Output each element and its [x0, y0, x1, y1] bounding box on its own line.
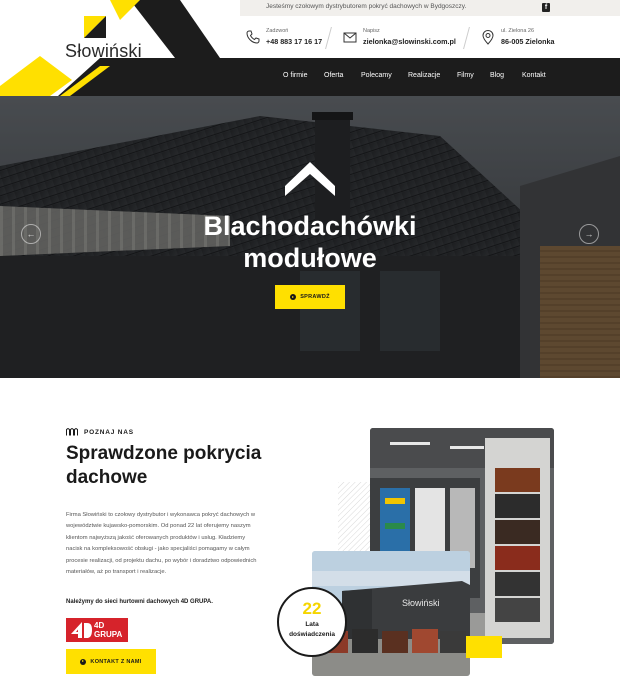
about-title-line-1: Sprawdzone pokrycia	[66, 443, 262, 464]
contact-email-label: Napisz	[363, 28, 380, 34]
arrow-left-icon[interactable]: ←	[21, 224, 41, 244]
accent-block	[466, 636, 502, 658]
experience-label-line-1: Lata	[305, 621, 319, 628]
hero-slider: Blachodachówki modułowe SPRAWDŹ ← →	[0, 96, 620, 378]
experience-label: Lata doświadczenia	[279, 620, 345, 640]
about-body: Firma Słowiński to czołowy dystrybutor i…	[66, 510, 314, 578]
top-info-bar: Jesteśmy czołowym dystrybutorem pokryć d…	[240, 0, 620, 16]
hero-cta-label: SPRAWDŹ	[300, 294, 330, 300]
4d-grupa-logo[interactable]: 4D GRUPA	[66, 618, 128, 642]
hero-cta-button[interactable]: SPRAWDŹ	[275, 285, 345, 309]
nav-item-kontakt[interactable]: Kontakt	[522, 72, 546, 79]
topbar-tagline: Jesteśmy czołowym dystrybutorem pokryć d…	[266, 3, 467, 10]
play-circle-icon	[290, 294, 297, 300]
hero-title: Blachodachówki modułowe	[0, 210, 620, 274]
mail-icon	[343, 32, 357, 43]
phone-icon	[246, 30, 260, 44]
network-note: Należymy do sieci hurtowni dachowych 4D …	[66, 599, 213, 605]
site-header: Słowiński Jesteśmy czołowym dystrybutore…	[0, 0, 620, 96]
contact-address[interactable]: ul. Zielona 26 86-005 Zielonka	[480, 26, 580, 50]
hatch-decoration	[338, 482, 372, 552]
experience-badge: 22 Lata doświadczenia	[277, 587, 347, 657]
experience-years: 22	[302, 599, 322, 618]
about-title: Sprawdzone pokrycia dachowe	[66, 442, 306, 490]
4d-grupa-line-1: 4D	[94, 621, 105, 630]
nav-item-polecamy[interactable]: Polecamy	[361, 72, 392, 79]
roof-rows-icon	[66, 428, 78, 436]
about-body-line: nacisk na kompleksowość obsługi - jako s…	[66, 546, 250, 553]
facebook-icon[interactable]: f	[542, 3, 550, 12]
about-body-line: materiałów, aż po transport i realizacje…	[66, 569, 167, 576]
contact-us-label: KONTAKT Z NAMI	[90, 658, 142, 665]
location-icon	[482, 29, 494, 45]
chevron-up-icon	[285, 162, 335, 196]
arrow-right-icon[interactable]: →	[579, 224, 599, 244]
contact-email[interactable]: Napisz zielonka@slowinski.com.pl	[342, 26, 462, 50]
logo-text: Słowiński	[65, 41, 142, 61]
contact-us-button[interactable]: KONTAKT Z NAMI	[66, 649, 156, 674]
nav-item-filmy[interactable]: Filmy	[457, 72, 474, 79]
about-body-line: procesie realizacji, od projektu dachu, …	[66, 557, 257, 564]
section-eyebrow: POZNAJ NAS	[66, 428, 134, 436]
nav-item-o-firmie[interactable]: O firmie	[283, 72, 308, 79]
experience-label-line-2: doświadczenia	[289, 631, 335, 638]
contact-email-value: zielonka@slowinski.com.pl	[363, 37, 456, 46]
4d-grupa-mark-icon	[71, 622, 92, 638]
contact-address-value: 86-005 Zielonka	[501, 37, 555, 46]
nav-item-blog[interactable]: Blog	[490, 72, 504, 79]
about-section: POZNAJ NAS Sprawdzone pokrycia dachowe F…	[0, 378, 620, 700]
4d-grupa-text: 4D GRUPA	[94, 621, 122, 639]
contact-phone-label: Zadzwoń	[266, 28, 289, 34]
4d-grupa-line-2: GRUPA	[94, 630, 123, 639]
about-title-line-2: dachowe	[66, 467, 148, 488]
nav-item-oferta[interactable]: Oferta	[324, 72, 343, 79]
play-circle-icon	[80, 658, 87, 665]
about-body-line: województwie kujawsko-pomorskim. Od pona…	[66, 523, 251, 530]
hero-title-line-1: Blachodachówki	[203, 211, 417, 241]
divider	[463, 27, 470, 49]
contact-address-label: ul. Zielona 26	[501, 28, 535, 34]
hero-title-line-2: modułowe	[243, 243, 377, 273]
warehouse-sign: Słowiński	[402, 598, 440, 608]
main-nav: O firmie Oferta Polecamy Realizacje Film…	[175, 58, 620, 96]
eyebrow-label: POZNAJ NAS	[84, 428, 134, 436]
contact-phone[interactable]: Zadzwoń +48 883 17 16 17	[245, 26, 335, 50]
about-body-line: klientom najwyższą jakość oferowanych pr…	[66, 534, 246, 541]
about-body-line: Firma Słowiński to czołowy dystrybutor i…	[66, 512, 256, 518]
nav-item-realizacje[interactable]: Realizacje	[408, 72, 440, 79]
contact-phone-value: +48 883 17 16 17	[266, 37, 323, 46]
